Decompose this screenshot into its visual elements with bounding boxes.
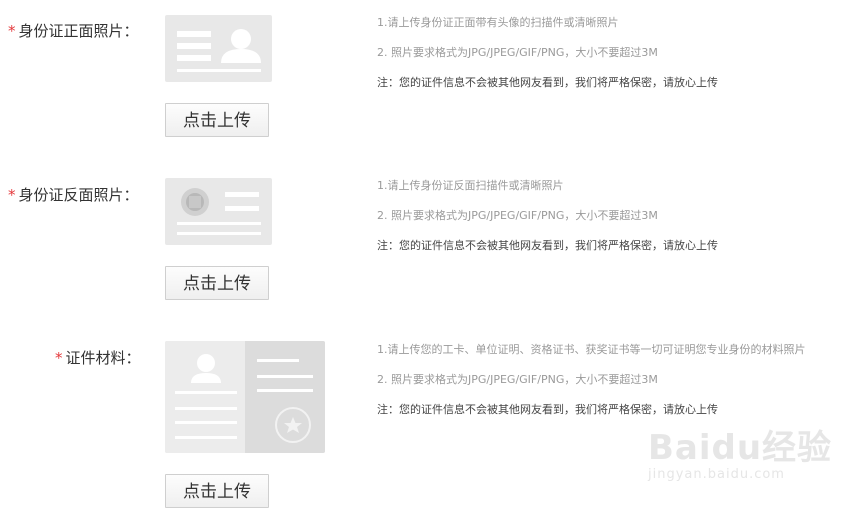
- id-front-hint-1: 1.请上传身份证正面带有头像的扫描件或清晰照片: [377, 16, 619, 29]
- required-mark: *: [8, 186, 16, 204]
- id-back-hint-1: 1.请上传身份证反面扫描件或清晰照片: [377, 179, 564, 192]
- id-front-label-text: 身份证正面照片：: [18, 22, 139, 40]
- watermark-brand: Baidu经验: [648, 428, 833, 468]
- id-back-sample-image: [165, 178, 272, 245]
- id-front-label: * 身份证正面照片：: [8, 20, 139, 41]
- credential-upload-button[interactable]: 点击上传: [165, 474, 269, 508]
- id-front-note: 注：您的证件信息不会被其他网友看到，我们将严格保密，请放心上传: [377, 76, 718, 89]
- id-front-upload-button[interactable]: 点击上传: [165, 103, 269, 137]
- baidu-watermark: Baidu经验 jingyan.baidu.com: [648, 420, 832, 482]
- credential-hint-2: 2. 照片要求格式为JPG/JPEG/GIF/PNG，大小不要超过3M: [377, 373, 658, 386]
- credential-label: * 证件材料：: [55, 347, 141, 368]
- required-mark: *: [8, 22, 16, 40]
- id-back-hint-2: 2. 照片要求格式为JPG/JPEG/GIF/PNG，大小不要超过3M: [377, 209, 658, 222]
- id-back-label-text: 身份证反面照片：: [18, 186, 139, 204]
- id-front-sample-image: [165, 15, 272, 82]
- id-back-upload-button[interactable]: 点击上传: [165, 266, 269, 300]
- id-back-label: * 身份证反面照片：: [8, 184, 139, 205]
- id-card-front-icon: [177, 29, 261, 72]
- credential-sample-image: [165, 341, 325, 453]
- credential-hint-1: 1.请上传您的工卡、单位证明、资格证书、获奖证书等一切可证明您专业身份的材料照片: [377, 343, 806, 356]
- credential-label-text: 证件材料：: [65, 349, 141, 367]
- credential-note: 注：您的证件信息不会被其他网友看到，我们将严格保密，请放心上传: [377, 403, 718, 416]
- watermark-url: jingyan.baidu.com: [648, 467, 785, 482]
- id-back-note: 注：您的证件信息不会被其他网友看到，我们将严格保密，请放心上传: [377, 239, 718, 252]
- id-card-back-icon: [177, 188, 261, 235]
- required-mark: *: [55, 349, 63, 367]
- id-front-hint-2: 2. 照片要求格式为JPG/JPEG/GIF/PNG，大小不要超过3M: [377, 46, 658, 59]
- credential-document-icon: [165, 341, 325, 453]
